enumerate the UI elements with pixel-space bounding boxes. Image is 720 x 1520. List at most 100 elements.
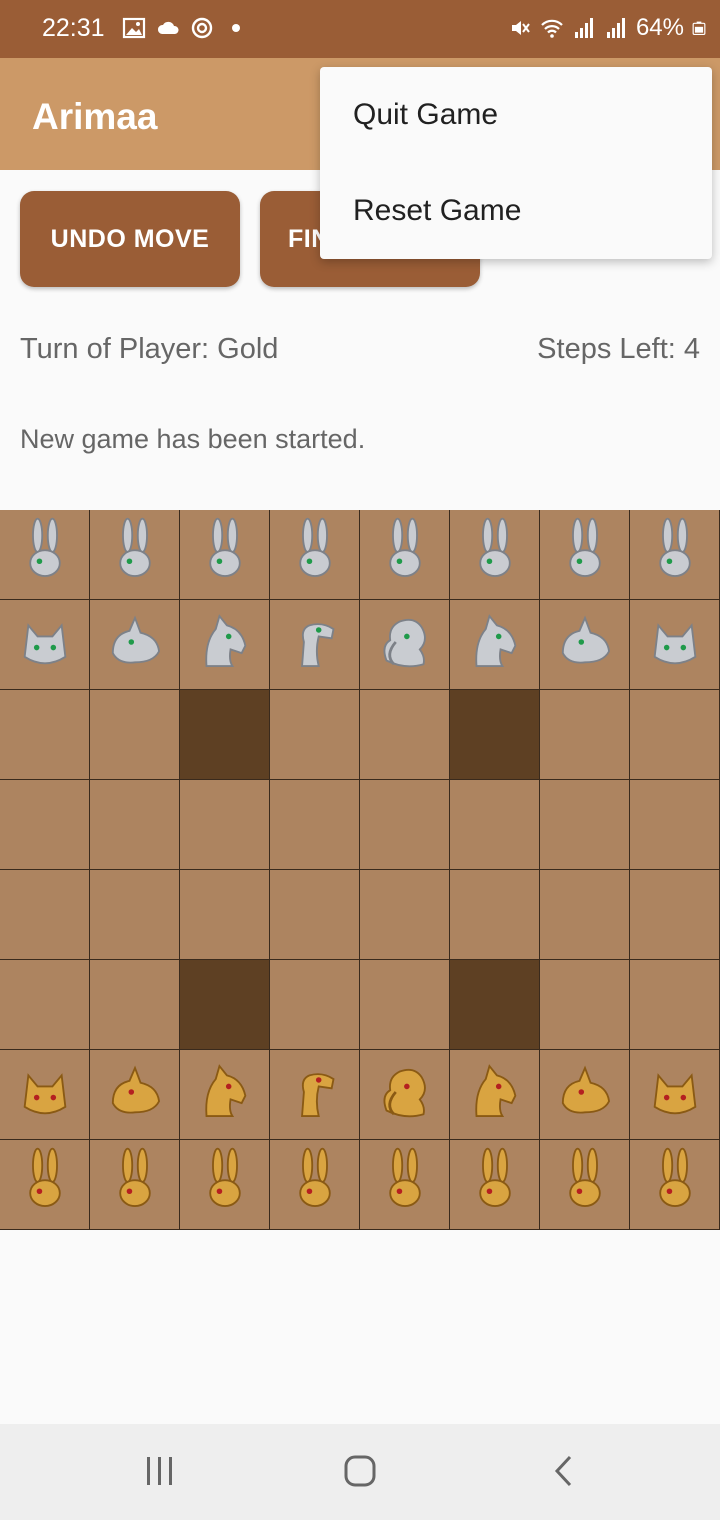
- board-square[interactable]: [360, 870, 450, 960]
- board-square[interactable]: [630, 1050, 720, 1140]
- gold-camel-icon[interactable]: [278, 1055, 352, 1134]
- gold-dog-icon[interactable]: [548, 1055, 622, 1134]
- board-square[interactable]: [450, 870, 540, 960]
- silver-horse-icon[interactable]: [188, 605, 262, 684]
- gold-rabbit-icon[interactable]: [368, 1145, 442, 1224]
- board-square[interactable]: [450, 1140, 540, 1230]
- silver-cat-icon[interactable]: [638, 605, 712, 684]
- board-square[interactable]: [360, 960, 450, 1050]
- board-square[interactable]: [270, 690, 360, 780]
- silver-rabbit-icon[interactable]: [278, 515, 352, 594]
- board-square[interactable]: [90, 960, 180, 1050]
- board-square[interactable]: [360, 600, 450, 690]
- board-square[interactable]: [0, 690, 90, 780]
- home-icon[interactable]: [343, 1454, 377, 1488]
- gold-rabbit-icon[interactable]: [8, 1145, 82, 1224]
- silver-rabbit-icon[interactable]: [98, 515, 172, 594]
- board-square[interactable]: [90, 870, 180, 960]
- gold-cat-icon[interactable]: [638, 1055, 712, 1134]
- board-square[interactable]: [270, 510, 360, 600]
- undo-move-button[interactable]: UNDO MOVE: [20, 191, 240, 287]
- board-square[interactable]: [0, 1050, 90, 1140]
- board-square[interactable]: [0, 960, 90, 1050]
- board-square[interactable]: [360, 1050, 450, 1140]
- gold-horse-icon[interactable]: [188, 1055, 262, 1134]
- silver-rabbit-icon[interactable]: [548, 515, 622, 594]
- gold-dog-icon[interactable]: [98, 1055, 172, 1134]
- quit-game-menu-item[interactable]: Quit Game: [320, 67, 712, 163]
- silver-horse-icon[interactable]: [458, 605, 532, 684]
- board-square[interactable]: [270, 1050, 360, 1140]
- board-square[interactable]: [360, 690, 450, 780]
- silver-dog-icon[interactable]: [98, 605, 172, 684]
- board-square[interactable]: [450, 510, 540, 600]
- board-square[interactable]: [90, 1050, 180, 1140]
- gold-rabbit-icon[interactable]: [98, 1145, 172, 1224]
- gold-rabbit-icon[interactable]: [548, 1145, 622, 1224]
- gold-rabbit-icon[interactable]: [638, 1145, 712, 1224]
- board-square[interactable]: [630, 690, 720, 780]
- silver-elephant-icon[interactable]: [368, 605, 442, 684]
- board-square[interactable]: [630, 870, 720, 960]
- board-square[interactable]: [450, 1050, 540, 1140]
- reset-game-menu-item[interactable]: Reset Game: [320, 163, 712, 259]
- silver-dog-icon[interactable]: [548, 605, 622, 684]
- gold-rabbit-icon[interactable]: [278, 1145, 352, 1224]
- board-square[interactable]: [540, 690, 630, 780]
- board-square[interactable]: [360, 780, 450, 870]
- trap-square[interactable]: [180, 690, 270, 780]
- board-square[interactable]: [0, 600, 90, 690]
- board-square[interactable]: [540, 780, 630, 870]
- board-square[interactable]: [540, 870, 630, 960]
- board-square[interactable]: [630, 960, 720, 1050]
- gold-cat-icon[interactable]: [8, 1055, 82, 1134]
- board-square[interactable]: [540, 960, 630, 1050]
- board-square[interactable]: [180, 600, 270, 690]
- board-square[interactable]: [180, 870, 270, 960]
- board-square[interactable]: [180, 510, 270, 600]
- board-square[interactable]: [90, 510, 180, 600]
- gold-elephant-icon[interactable]: [368, 1055, 442, 1134]
- board-square[interactable]: [0, 870, 90, 960]
- silver-rabbit-icon[interactable]: [368, 515, 442, 594]
- board-square[interactable]: [450, 780, 540, 870]
- silver-camel-icon[interactable]: [278, 605, 352, 684]
- board-square[interactable]: [90, 690, 180, 780]
- board-square[interactable]: [270, 960, 360, 1050]
- board-square[interactable]: [540, 600, 630, 690]
- board-square[interactable]: [90, 600, 180, 690]
- silver-rabbit-icon[interactable]: [638, 515, 712, 594]
- gold-rabbit-icon[interactable]: [188, 1145, 262, 1224]
- board-square[interactable]: [630, 510, 720, 600]
- silver-rabbit-icon[interactable]: [458, 515, 532, 594]
- board-square[interactable]: [0, 510, 90, 600]
- board-square[interactable]: [450, 600, 540, 690]
- board-square[interactable]: [630, 1140, 720, 1230]
- silver-rabbit-icon[interactable]: [8, 515, 82, 594]
- board-square[interactable]: [270, 870, 360, 960]
- board-square[interactable]: [270, 780, 360, 870]
- board-square[interactable]: [270, 600, 360, 690]
- trap-square[interactable]: [450, 690, 540, 780]
- silver-rabbit-icon[interactable]: [188, 515, 262, 594]
- board-square[interactable]: [270, 1140, 360, 1230]
- board-square[interactable]: [630, 600, 720, 690]
- board-square[interactable]: [540, 1050, 630, 1140]
- board-square[interactable]: [360, 510, 450, 600]
- board-square[interactable]: [180, 1050, 270, 1140]
- board-square[interactable]: [630, 780, 720, 870]
- gold-rabbit-icon[interactable]: [458, 1145, 532, 1224]
- board-square[interactable]: [0, 1140, 90, 1230]
- trap-square[interactable]: [180, 960, 270, 1050]
- back-icon[interactable]: [548, 1454, 582, 1488]
- board-square[interactable]: [0, 780, 90, 870]
- board-square[interactable]: [90, 780, 180, 870]
- recent-apps-icon[interactable]: [143, 1454, 177, 1488]
- board-square[interactable]: [90, 1140, 180, 1230]
- trap-square[interactable]: [450, 960, 540, 1050]
- board-square[interactable]: [360, 1140, 450, 1230]
- board-square[interactable]: [180, 1140, 270, 1230]
- board-square[interactable]: [180, 780, 270, 870]
- board-square[interactable]: [540, 1140, 630, 1230]
- board-square[interactable]: [540, 510, 630, 600]
